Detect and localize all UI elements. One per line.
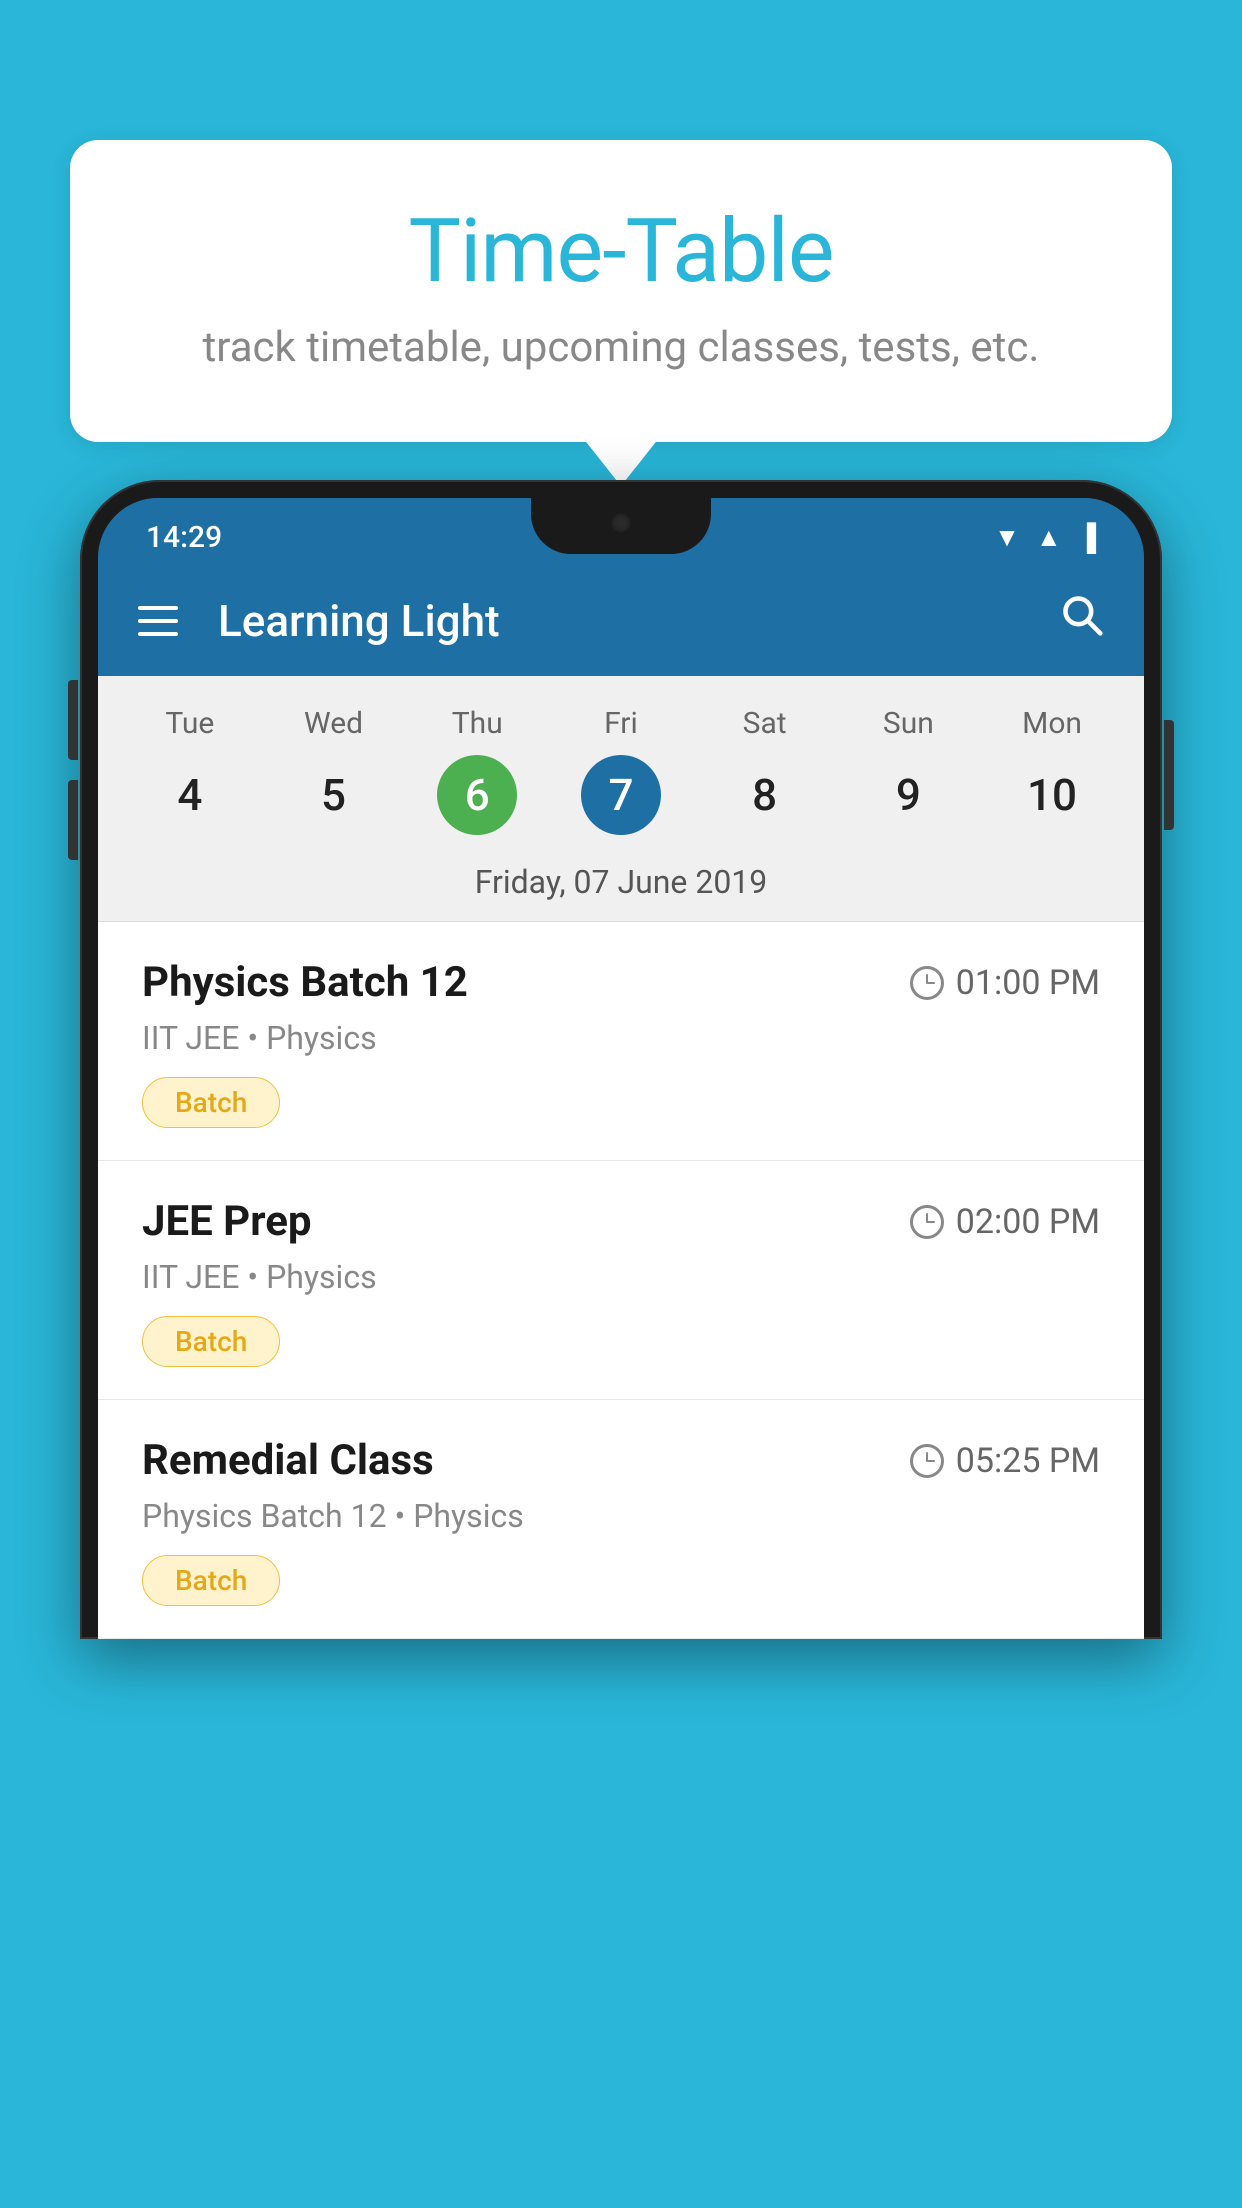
- schedule-item-header: Remedial Class 05:25 PM: [142, 1436, 1100, 1485]
- calendar-strip: Tue 4 Wed 5 Thu 6 Fri 7 Sat 8 Sun 9 Mon 10 Friday, 07…: [98, 676, 1144, 922]
- day-number: 9: [868, 755, 948, 835]
- schedule-time-value: 02:00 PM: [956, 1202, 1100, 1242]
- bubble-title: Time-Table: [150, 200, 1092, 303]
- schedule-item[interactable]: Physics Batch 12 01:00 PM IIT JEE • Phys…: [98, 922, 1144, 1161]
- wifi-icon: ▼: [994, 522, 1020, 553]
- battery-icon: ▐: [1078, 522, 1096, 553]
- schedule-content: Physics Batch 12 01:00 PM IIT JEE • Phys…: [98, 922, 1144, 1639]
- calendar-day-9[interactable]: Sun 9: [848, 706, 968, 835]
- day-name: Sun: [883, 706, 934, 741]
- day-name: Sat: [743, 706, 787, 741]
- day-name: Fri: [604, 706, 638, 741]
- app-bar: Learning Light: [98, 565, 1144, 676]
- status-icons: ▼ ▲ ▐: [994, 522, 1096, 553]
- schedule-time-value: 05:25 PM: [956, 1441, 1100, 1481]
- menu-button[interactable]: [138, 606, 178, 636]
- status-time: 14:29: [146, 520, 222, 555]
- calendar-day-10[interactable]: Mon 10: [992, 706, 1112, 835]
- day-number: 6: [437, 755, 517, 835]
- search-button[interactable]: [1060, 593, 1104, 648]
- speech-bubble: Time-Table track timetable, upcoming cla…: [70, 140, 1172, 442]
- day-name: Tue: [165, 706, 214, 741]
- schedule-item-time: 01:00 PM: [910, 963, 1100, 1003]
- bubble-subtitle: track timetable, upcoming classes, tests…: [150, 323, 1092, 372]
- clock-icon: [910, 1205, 944, 1239]
- schedule-item-title: Physics Batch 12: [142, 958, 468, 1007]
- day-name: Wed: [304, 706, 363, 741]
- calendar-day-6[interactable]: Thu 6: [417, 706, 537, 835]
- day-number: 7: [581, 755, 661, 835]
- phone-mockup: 14:29 ▼ ▲ ▐ Learning Light: [80, 480, 1162, 2208]
- batch-badge: Batch: [142, 1077, 280, 1128]
- batch-badge: Batch: [142, 1316, 280, 1367]
- phone-body: 14:29 ▼ ▲ ▐ Learning Light: [80, 480, 1162, 1639]
- status-bar: 14:29 ▼ ▲ ▐: [98, 498, 1144, 565]
- schedule-item-time: 05:25 PM: [910, 1441, 1100, 1481]
- calendar-days-row: Tue 4 Wed 5 Thu 6 Fri 7 Sat 8 Sun 9 Mon 10: [98, 696, 1144, 845]
- calendar-date-label: Friday, 07 June 2019: [98, 845, 1144, 922]
- clock-icon: [910, 1444, 944, 1478]
- day-name: Mon: [1022, 706, 1082, 741]
- schedule-item-header: JEE Prep 02:00 PM: [142, 1197, 1100, 1246]
- calendar-day-5[interactable]: Wed 5: [274, 706, 394, 835]
- signal-icon: ▲: [1036, 522, 1062, 553]
- day-number: 8: [725, 755, 805, 835]
- calendar-day-4[interactable]: Tue 4: [130, 706, 250, 835]
- schedule-item-subtitle: Physics Batch 12 • Physics: [142, 1497, 1100, 1535]
- calendar-day-7[interactable]: Fri 7: [561, 706, 681, 835]
- app-title: Learning Light: [218, 595, 1020, 647]
- schedule-time-value: 01:00 PM: [956, 963, 1100, 1003]
- volume-up-button: [68, 680, 78, 760]
- schedule-item[interactable]: JEE Prep 02:00 PM IIT JEE • Physics Batc…: [98, 1161, 1144, 1400]
- speech-bubble-area: Time-Table track timetable, upcoming cla…: [70, 140, 1172, 442]
- schedule-item-header: Physics Batch 12 01:00 PM: [142, 958, 1100, 1007]
- clock-icon: [910, 966, 944, 1000]
- schedule-item[interactable]: Remedial Class 05:25 PM Physics Batch 12…: [98, 1400, 1144, 1639]
- schedule-item-title: Remedial Class: [142, 1436, 434, 1485]
- schedule-item-title: JEE Prep: [142, 1197, 312, 1246]
- day-number: 5: [294, 755, 374, 835]
- schedule-item-time: 02:00 PM: [910, 1202, 1100, 1242]
- day-number: 10: [1012, 755, 1092, 835]
- volume-down-button: [68, 780, 78, 860]
- calendar-day-8[interactable]: Sat 8: [705, 706, 825, 835]
- day-number: 4: [150, 755, 230, 835]
- power-button: [1164, 720, 1174, 830]
- batch-badge: Batch: [142, 1555, 280, 1606]
- schedule-item-subtitle: IIT JEE • Physics: [142, 1258, 1100, 1296]
- day-name: Thu: [452, 706, 503, 741]
- phone-notch: 14:29 ▼ ▲ ▐: [98, 498, 1144, 565]
- schedule-item-subtitle: IIT JEE • Physics: [142, 1019, 1100, 1057]
